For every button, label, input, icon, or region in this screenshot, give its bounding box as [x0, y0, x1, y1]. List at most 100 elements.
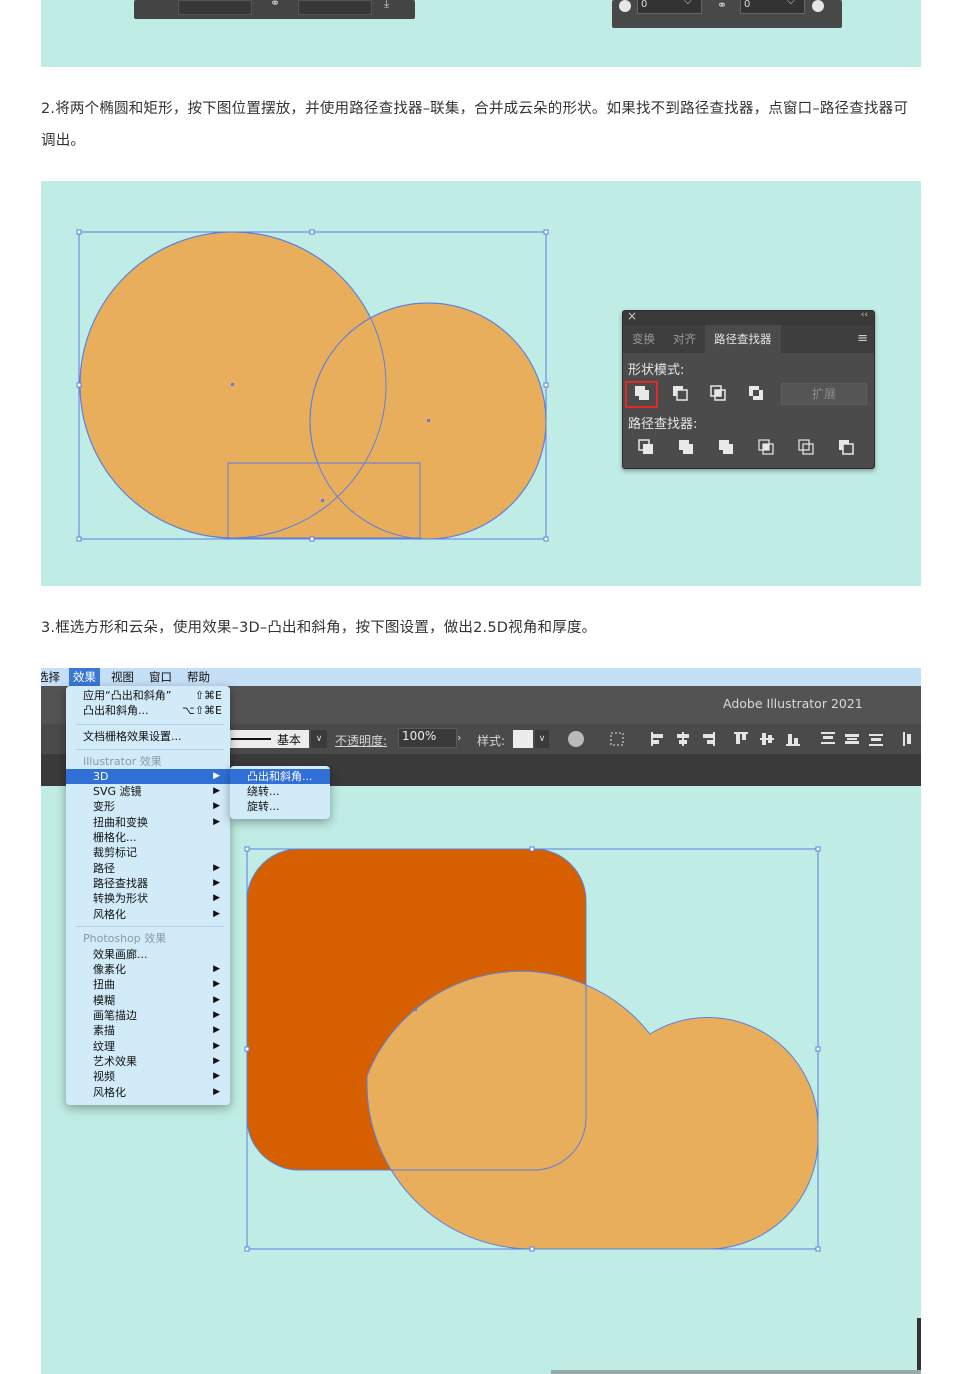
menu-item-ps-stylize[interactable]: 风格化 ▶	[66, 1085, 230, 1100]
menu-effect[interactable]: 效果	[69, 668, 100, 686]
menu-select[interactable]: 选择	[41, 669, 60, 685]
menu-item-artistic[interactable]: 艺术效果 ▶	[66, 1054, 230, 1069]
recolor-icon[interactable]	[568, 731, 584, 747]
panel-tabs: 变换 对齐 路径查找器 ≡	[623, 325, 874, 353]
toolbar-crop-right: 0 ⌵ ⚭ 0 ⌵	[612, 0, 842, 28]
menu-item-3d[interactable]: 3D ▶	[66, 769, 230, 784]
center-point	[414, 1008, 417, 1011]
intersect-icon[interactable]	[710, 385, 726, 401]
menu-help[interactable]: 帮助	[187, 669, 210, 685]
merge-icon[interactable]	[719, 440, 733, 454]
menu-item-rotate[interactable]: 旋转...	[230, 799, 330, 814]
3d-submenu: 凸出和斜角... 绕转... 旋转...	[230, 766, 330, 819]
menu-item-texture[interactable]: 纹理 ▶	[66, 1039, 230, 1054]
toolbar-crop-left: ⚭ ⤓	[134, 0, 415, 19]
collapse-icon[interactable]: ‹‹	[861, 310, 868, 320]
menu-item-last-effect[interactable]: 凸出和斜角... ⌥⇧⌘E	[66, 703, 230, 718]
align-hcenter-icon[interactable]	[677, 732, 689, 746]
pathfinders-label: 路径查找器:	[628, 417, 698, 432]
distribute-bottom-icon[interactable]	[869, 734, 883, 746]
bottom-strip	[551, 1370, 921, 1374]
menu-item-effect-gallery[interactable]: 效果画廊...	[66, 947, 230, 962]
menu-item-warp[interactable]: 变形 ▶	[66, 799, 230, 814]
tab-pathfinder[interactable]: 路径查找器	[705, 325, 781, 353]
tab-align[interactable]: 对齐	[664, 325, 705, 353]
menu-item-distort-transform[interactable]: 扭曲和变换 ▶	[66, 815, 230, 830]
chevron-down-icon[interactable]: ∨	[311, 730, 327, 748]
minus-back-icon[interactable]	[839, 440, 854, 455]
link-icon[interactable]: ⚭	[270, 0, 280, 10]
chevron-down-icon[interactable]: ⌵	[684, 0, 692, 7]
app-title: Adobe Illustrator 2021	[723, 696, 863, 711]
menu-item-sketch[interactable]: 素描 ▶	[66, 1023, 230, 1038]
close-icon[interactable]: ×	[627, 309, 637, 323]
minus-front-icon[interactable]	[673, 386, 688, 401]
align-right-icon[interactable]	[703, 732, 715, 746]
menu-item-stylize[interactable]: 风格化 ▶	[66, 907, 230, 922]
top-screenshot-panel: ⚭ ⤓ 0 ⌵ ⚭ 0 ⌵	[41, 0, 921, 67]
menu-item-apply-last[interactable]: 应用“凸出和斜角” ⇧⌘E	[66, 688, 230, 703]
unite-icon[interactable]	[635, 386, 649, 400]
menu-item-brush-strokes[interactable]: 画笔描边 ▶	[66, 1008, 230, 1023]
pathfinder-buttons	[638, 439, 854, 455]
menu-item-pathfinder[interactable]: 路径查找器 ▶	[66, 876, 230, 891]
step-3-text: 3.框选方形和云朵，使用效果–3D–凸出和斜角，按下图设置，做出2.5D视角和厚…	[41, 620, 597, 636]
tab-transform[interactable]: 变换	[623, 325, 664, 353]
chevron-down-icon[interactable]: ⌵	[787, 0, 795, 7]
field-left-1[interactable]	[178, 0, 252, 15]
radius-field-1[interactable]: 0	[637, 0, 702, 14]
menu-view[interactable]: 视图	[111, 669, 134, 685]
menu-item-path[interactable]: 路径 ▶	[66, 861, 230, 876]
menu-item-revolve[interactable]: 绕转...	[230, 784, 330, 799]
menu-window[interactable]: 窗口	[149, 669, 172, 685]
align-left-icon[interactable]	[651, 732, 663, 746]
align-vcenter-icon[interactable]	[760, 733, 774, 745]
step-2-text: 2.将两个椭圆和矩形，按下图位置摆放，并使用路径查找器–联集，合并成云朵的形状。…	[41, 101, 909, 149]
radius-field-2[interactable]: 0	[740, 0, 805, 14]
menu-item-extrude-bevel[interactable]: 凸出和斜角...	[230, 769, 330, 784]
opacity-label[interactable]: 不透明度:	[335, 732, 387, 749]
illustrator-effects-group: Illustrator 效果	[83, 755, 162, 768]
distribute-grid-icon[interactable]	[610, 732, 624, 746]
distribute-vcenter-icon[interactable]	[845, 734, 859, 744]
cloud-shape	[367, 971, 818, 1249]
shape-mode-buttons	[635, 385, 763, 401]
style-swatch[interactable]	[513, 730, 533, 748]
exclude-icon[interactable]	[749, 386, 763, 400]
radius-icon-1	[619, 0, 631, 12]
photoshop-effects-group: Photoshop 效果	[83, 932, 167, 945]
menu-item-video[interactable]: 视频 ▶	[66, 1069, 230, 1084]
menu-item-distort[interactable]: 扭曲 ▶	[66, 977, 230, 992]
panel-menu-icon[interactable]: ≡	[857, 325, 868, 353]
align-top-icon[interactable]	[734, 732, 748, 744]
opacity-field[interactable]: 100%	[398, 728, 457, 748]
stroke-profile-dropdown[interactable]: 基本	[229, 730, 309, 748]
menu-bar: 选择 效果 视图 窗口 帮助	[41, 668, 921, 686]
align-bottom-icon[interactable]	[786, 734, 800, 746]
link-icon[interactable]: ⚭	[717, 0, 727, 12]
effect-menu: 应用“凸出和斜角” ⇧⌘E 凸出和斜角... ⌥⇧⌘E 文档栅格效果设置... …	[66, 686, 230, 1105]
pathfinder-panel: × ‹‹ 变换 对齐 路径查找器 ≡ 形状模式: 扩展 路径查找器:	[622, 309, 875, 469]
divide-icon[interactable]	[638, 439, 653, 454]
step-2-screenshot: × ‹‹ 变换 对齐 路径查找器 ≡ 形状模式: 扩展 路径查找器:	[41, 181, 921, 586]
field-left-2[interactable]	[298, 0, 372, 15]
radius-icon-2	[812, 0, 824, 12]
distribute-left-icon[interactable]	[903, 732, 911, 746]
chevron-down-icon[interactable]: ∨	[535, 730, 549, 748]
menu-item-svg-filters[interactable]: SVG 滤镜 ▶	[66, 784, 230, 799]
trim-icon[interactable]	[679, 440, 693, 454]
menu-item-rasterize[interactable]: 栅格化...	[66, 830, 230, 845]
menu-item-pixelate[interactable]: 像素化 ▶	[66, 962, 230, 977]
scrollbar-edge	[917, 1318, 921, 1374]
menu-item-crop-marks[interactable]: 裁剪标记	[66, 845, 230, 860]
menu-item-blur[interactable]: 模糊 ▶	[66, 993, 230, 1008]
expand-button[interactable]: 扩展	[781, 383, 867, 405]
outline-icon[interactable]	[798, 439, 814, 455]
download-icon[interactable]: ⤓	[384, 0, 389, 11]
menu-item-doc-raster[interactable]: 文档栅格效果设置...	[66, 729, 230, 744]
menu-item-convert-shape[interactable]: 转换为形状 ▶	[66, 891, 230, 906]
chevron-right-icon[interactable]: ›	[457, 731, 461, 744]
crop-icon[interactable]	[758, 439, 774, 455]
distribute-top-icon[interactable]	[821, 732, 835, 744]
stroke-profile-label: 基本	[277, 733, 302, 747]
